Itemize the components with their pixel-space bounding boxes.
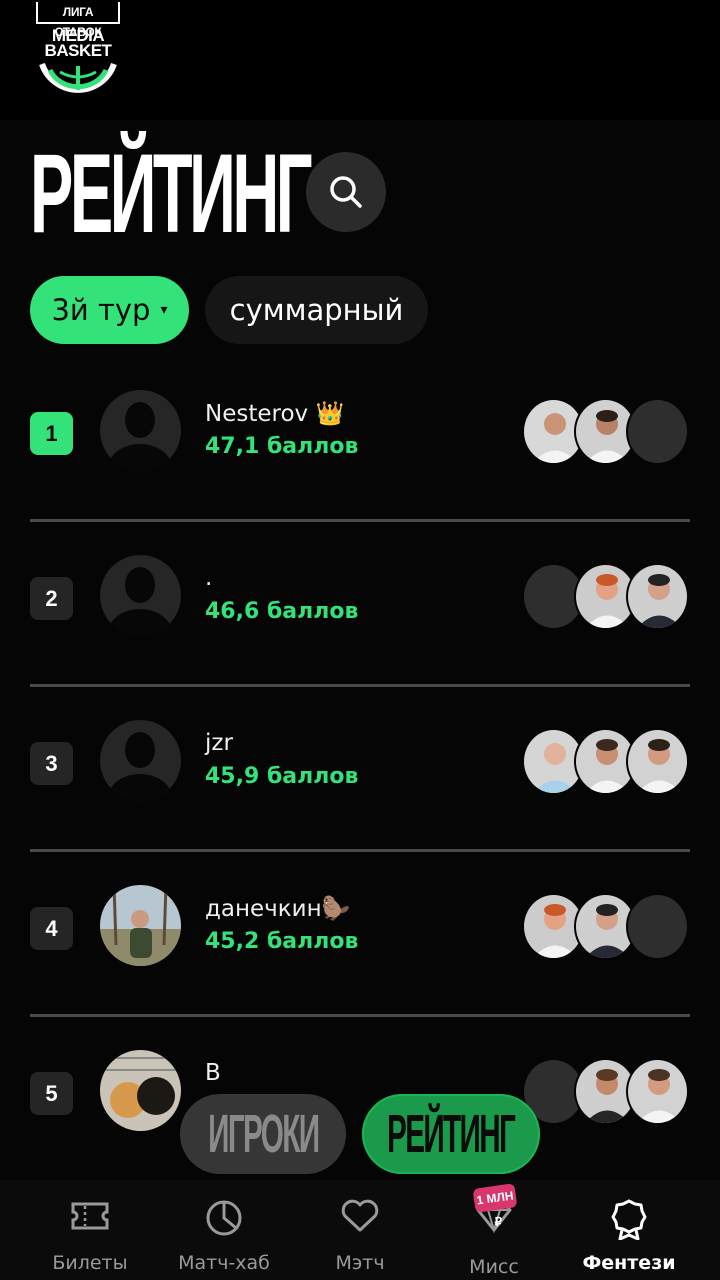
player-photo-icon	[628, 730, 687, 793]
user-silhouette-icon	[108, 402, 172, 471]
team-players	[522, 398, 690, 465]
top-bar: ЛИГА СТАВОК MEDIA BASKET	[0, 0, 720, 120]
page-title: РЕЙТИНГ	[30, 131, 313, 256]
user-points: 45,9 баллов	[205, 764, 359, 789]
player-avatar-empty	[626, 398, 689, 465]
user-photo-icon	[100, 885, 181, 966]
basketball-icon	[39, 62, 117, 93]
avatar	[100, 720, 181, 801]
leaderboard-row[interactable]: 1 Nesterov 👑 47,1 баллов	[30, 390, 690, 520]
team-players	[522, 893, 690, 960]
logo-main-text: MEDIA BASKET	[44, 26, 112, 60]
nav-item-tickets[interactable]: Билеты	[18, 1180, 162, 1280]
player-avatar	[626, 1058, 689, 1125]
rank-badge: 1	[30, 412, 73, 455]
player-photo-icon	[628, 565, 687, 628]
divider	[30, 519, 690, 522]
team-players	[522, 563, 690, 630]
avatar	[100, 555, 181, 636]
player-avatar-empty	[626, 893, 689, 960]
search-icon	[330, 176, 362, 208]
players-tab-button[interactable]: ИГРОКИ	[180, 1094, 346, 1174]
nav-label-match: Мэтч	[335, 1252, 385, 1274]
user-silhouette-icon	[108, 567, 172, 636]
logo-top-text: ЛИГА СТАВОК	[36, 2, 120, 39]
players-tab-label: ИГРОКИ	[207, 1104, 320, 1164]
divider	[30, 684, 690, 687]
total-filter-label: суммарный	[229, 293, 404, 327]
nav-item-fantasy[interactable]: Фентези	[557, 1180, 701, 1280]
media-basket-logo[interactable]: ЛИГА СТАВОК MEDIA BASKET	[32, 2, 124, 106]
rank-badge: 4	[30, 907, 73, 950]
user-name: .	[205, 565, 213, 591]
leaderboard-row[interactable]: 4 данечкин🦫 45,2 баллов	[30, 885, 690, 1015]
rank-badge: 3	[30, 742, 73, 785]
divider	[30, 849, 690, 852]
nav-label-tickets: Билеты	[52, 1252, 128, 1274]
leaderboard-row[interactable]: 5 B	[30, 1050, 690, 1180]
leaderboard-row[interactable]: 3 jzr 45,9 баллов	[30, 720, 690, 850]
ticket-icon	[71, 1202, 109, 1230]
leaderboard-row[interactable]: 2 . 46,6 баллов	[30, 555, 690, 685]
bottom-navigation: Билеты Матч-хаб Мэтч Мисс Фентези	[0, 1180, 720, 1280]
player-photo-icon	[628, 1060, 687, 1123]
user-points: 45,2 баллов	[205, 929, 359, 954]
avatar	[100, 885, 181, 966]
user-name: Nesterov 👑	[205, 401, 345, 427]
avatar	[100, 390, 181, 471]
nav-label-fantasy: Фентези	[582, 1252, 676, 1274]
user-points: 47,1 баллов	[205, 434, 359, 459]
round-filter-dropdown[interactable]: 3й тур ▾	[30, 276, 189, 344]
medal-icon	[611, 1199, 647, 1240]
divider	[30, 1014, 690, 1017]
chevron-down-icon: ▾	[160, 302, 168, 318]
user-points: 46,6 баллов	[205, 599, 359, 624]
team-players	[522, 728, 690, 795]
search-button[interactable]	[306, 152, 386, 232]
user-silhouette-icon	[108, 732, 172, 801]
team-players	[522, 1058, 690, 1125]
player-avatar	[626, 728, 689, 795]
rating-tab-label: РЕЙТИНГ	[387, 1104, 516, 1164]
round-filter-label: 3й тур	[51, 293, 151, 327]
nav-item-match[interactable]: Мэтч	[288, 1180, 432, 1280]
total-filter-chip[interactable]: суммарный	[205, 276, 428, 344]
user-name: jzr	[205, 730, 233, 756]
nav-item-match-hub[interactable]: Матч-хаб	[152, 1180, 296, 1280]
rank-badge: 5	[30, 1072, 73, 1115]
player-avatar	[626, 563, 689, 630]
user-name: данечкин🦫	[205, 896, 351, 922]
nav-label-match-hub: Матч-хаб	[178, 1252, 270, 1274]
heart-icon	[341, 1199, 379, 1232]
user-name: B	[205, 1060, 221, 1086]
avatar	[100, 1050, 181, 1131]
rank-badge: 2	[30, 577, 73, 620]
user-photo-icon	[100, 1050, 181, 1131]
nav-label-miss: Мисс	[469, 1256, 519, 1278]
rating-tab-button[interactable]: РЕЙТИНГ	[362, 1094, 540, 1174]
pie-chart-icon	[206, 1200, 242, 1236]
